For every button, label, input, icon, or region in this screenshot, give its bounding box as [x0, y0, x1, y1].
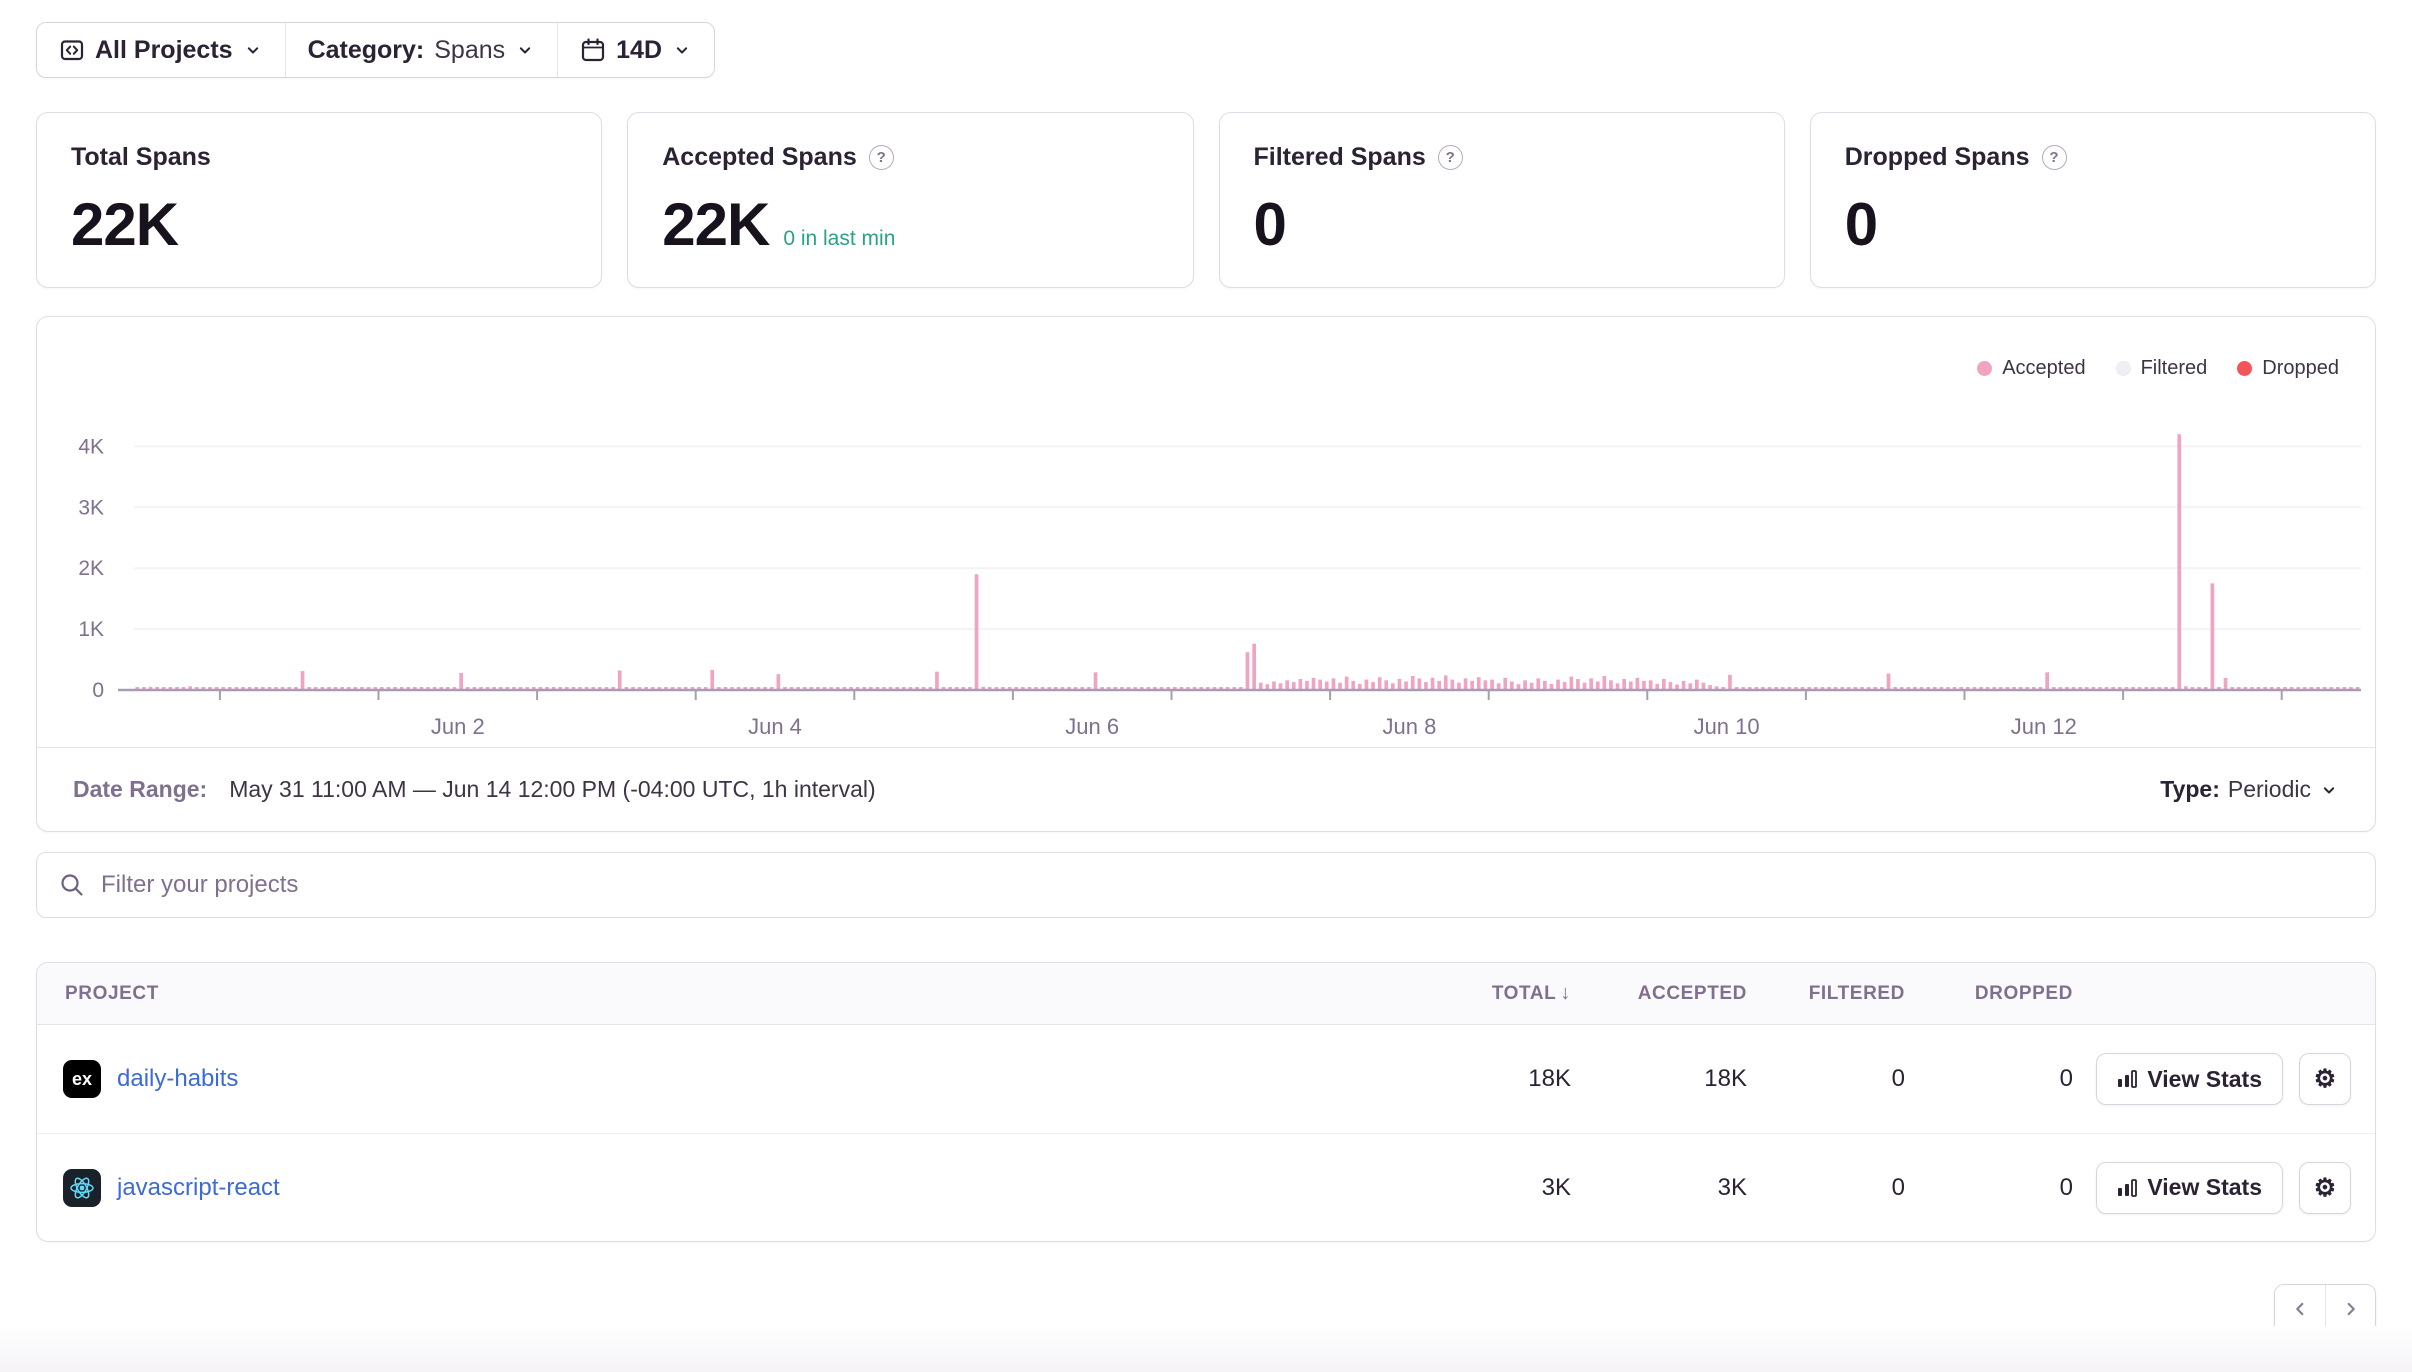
category-filter-value: Spans: [434, 36, 505, 65]
table-header-row: PROJECT TOTAL↓ ACCEPTED FILTERED DROPPED: [37, 963, 2375, 1025]
card-value: 22K: [662, 190, 769, 259]
bottom-fade: [0, 1326, 2412, 1372]
svg-text:Jun 12: Jun 12: [2011, 714, 2077, 739]
total-cell: 18K: [1453, 1065, 1583, 1093]
type-value: Periodic: [2228, 776, 2311, 803]
gear-icon: ⚙: [2314, 1064, 2336, 1094]
accepted-cell: 3K: [1583, 1174, 1759, 1202]
legend-label: Dropped: [2262, 357, 2339, 380]
chart-footer: Date Range: May 31 11:00 AM — Jun 14 12:…: [37, 747, 2375, 831]
help-icon[interactable]: ?: [869, 145, 894, 170]
total-cell: 3K: [1453, 1174, 1583, 1202]
legend-item-accepted[interactable]: Accepted: [1977, 357, 2085, 380]
chevron-down-icon: [243, 40, 263, 60]
chevron-right-icon: [2340, 1298, 2362, 1320]
bar-chart-icon: [2117, 1179, 2137, 1197]
project-filter-input[interactable]: [101, 871, 2353, 899]
category-filter-label: Category:: [308, 36, 425, 65]
total-spans-card: Total Spans 22K: [36, 112, 602, 288]
spans-bar-chart[interactable]: 0 1K 2K 3K 4K Jun 2 Jun 4 Jun 6 Jun 8 Jun 10 Jun 1…: [37, 343, 2374, 747]
chevron-down-icon: [515, 40, 535, 60]
project-settings-button[interactable]: ⚙: [2299, 1162, 2351, 1214]
bar-chart-icon: [2117, 1070, 2137, 1088]
project-filter-dropdown[interactable]: All Projects: [37, 23, 285, 77]
project-settings-button[interactable]: ⚙: [2299, 1053, 2351, 1105]
react-platform-icon: [63, 1169, 101, 1207]
svg-text:0: 0: [92, 679, 104, 702]
date-range-label: Date Range:: [73, 776, 207, 803]
chevron-down-icon: [672, 40, 692, 60]
project-filter-label: All Projects: [95, 36, 233, 65]
column-header-total[interactable]: TOTAL↓: [1453, 982, 1583, 1005]
column-header-dropped[interactable]: DROPPED: [1917, 983, 2085, 1005]
dropped-spans-card: Dropped Spans ? 0: [1810, 112, 2376, 288]
gear-icon: ⚙: [2314, 1173, 2336, 1203]
expo-platform-icon: ex: [63, 1060, 101, 1098]
table-row: javascript-react 3K 3K 0 0 View Stats ⚙: [37, 1133, 2375, 1241]
column-header-filtered[interactable]: FILTERED: [1759, 983, 1917, 1005]
card-value: 0: [1845, 190, 1877, 259]
svg-text:4K: 4K: [78, 435, 104, 458]
search-icon: [59, 872, 85, 898]
svg-text:Jun 2: Jun 2: [431, 714, 485, 739]
svg-text:1K: 1K: [78, 618, 104, 641]
calendar-icon: [580, 37, 606, 63]
dropped-cell: 0: [1917, 1174, 2085, 1202]
dropped-legend-dot: [2237, 361, 2252, 376]
accepted-spans-card: Accepted Spans ? 22K 0 in last min: [627, 112, 1193, 288]
svg-text:Jun 8: Jun 8: [1382, 714, 1436, 739]
projects-table: PROJECT TOTAL↓ ACCEPTED FILTERED DROPPED…: [36, 962, 2376, 1242]
dropped-cell: 0: [1917, 1065, 2085, 1093]
filtered-cell: 0: [1759, 1174, 1917, 1202]
project-search-box: [36, 852, 2376, 918]
legend-item-filtered[interactable]: Filtered: [2116, 357, 2208, 380]
accepted-cell: 18K: [1583, 1065, 1759, 1093]
svg-text:Jun 6: Jun 6: [1065, 714, 1119, 739]
filter-bar: All Projects Category: Spans 14D: [36, 22, 715, 78]
column-header-project[interactable]: PROJECT: [37, 983, 1453, 1005]
project-link[interactable]: javascript-react: [117, 1174, 280, 1202]
view-stats-button[interactable]: View Stats: [2096, 1053, 2283, 1105]
column-header-accepted[interactable]: ACCEPTED: [1583, 983, 1759, 1005]
legend-label: Filtered: [2141, 357, 2208, 380]
filtered-legend-dot: [2116, 361, 2131, 376]
card-value: 0: [1254, 190, 1286, 259]
svg-text:Jun 4: Jun 4: [748, 714, 802, 739]
type-label: Type:: [2160, 776, 2220, 803]
sort-desc-icon: ↓: [1560, 982, 1571, 1005]
usage-chart-card: Accepted Filtered Dropped 0 1K 2K 3K 4K Jun 2…: [36, 316, 2376, 832]
help-icon[interactable]: ?: [2042, 145, 2067, 170]
date-range-value: May 31 11:00 AM — Jun 14 12:00 PM (-04:0…: [229, 776, 875, 803]
card-title: Filtered Spans: [1254, 143, 1426, 172]
stat-cards-row: Total Spans 22K Accepted Spans ? 22K 0 i…: [36, 112, 2376, 288]
filtered-spans-card: Filtered Spans ? 0: [1219, 112, 1785, 288]
projects-icon: [59, 37, 85, 63]
legend-item-dropped[interactable]: Dropped: [2237, 357, 2339, 380]
chevron-down-icon: [2319, 780, 2339, 800]
card-title: Total Spans: [71, 143, 211, 172]
card-title: Dropped Spans: [1845, 143, 2030, 172]
type-dropdown[interactable]: Type: Periodic: [2160, 776, 2339, 803]
card-value: 22K: [71, 190, 178, 259]
table-row: ex daily-habits 18K 18K 0 0 View Stats ⚙: [37, 1025, 2375, 1133]
recent-accepted-text: 0 in last min: [783, 227, 895, 251]
date-period-value: 14D: [616, 36, 662, 65]
filtered-cell: 0: [1759, 1065, 1917, 1093]
legend-label: Accepted: [2002, 357, 2085, 380]
project-link[interactable]: daily-habits: [117, 1065, 238, 1093]
accepted-legend-dot: [1977, 361, 1992, 376]
svg-text:2K: 2K: [78, 557, 104, 580]
date-period-dropdown[interactable]: 14D: [557, 23, 714, 77]
view-stats-button[interactable]: View Stats: [2096, 1162, 2283, 1214]
card-title: Accepted Spans: [662, 143, 857, 172]
chevron-left-icon: [2289, 1298, 2311, 1320]
svg-text:3K: 3K: [78, 496, 104, 519]
svg-text:Jun 10: Jun 10: [1694, 714, 1760, 739]
help-icon[interactable]: ?: [1438, 145, 1463, 170]
chart-legend: Accepted Filtered Dropped: [1977, 357, 2339, 380]
category-filter-dropdown[interactable]: Category: Spans: [285, 23, 558, 77]
stats-page: All Projects Category: Spans 14D: [0, 0, 2412, 1334]
